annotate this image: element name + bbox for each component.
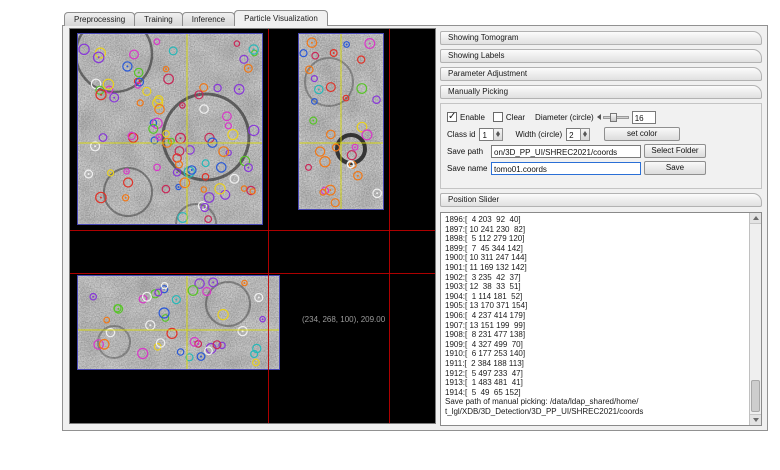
scroll-down-arrow-icon[interactable] <box>750 414 761 425</box>
section-showing-tomogram[interactable]: Showing Tomogram <box>440 31 762 45</box>
picking-row-2: Class id 1 Width (circle) 2 set color <box>447 126 755 142</box>
tab-preprocessing[interactable]: Preprocessing <box>64 12 135 26</box>
picking-row-3: Save path on/3D_PP_UI/SHREC2021/coords S… <box>447 143 755 159</box>
log-line: 1909:[ 4 327 499 70] <box>445 340 746 350</box>
enable-checkbox[interactable] <box>447 112 457 122</box>
tab-inference[interactable]: Inference <box>182 12 235 26</box>
section-parameter-adjustment[interactable]: Parameter Adjustment <box>440 67 762 81</box>
tomogram-viewport[interactable]: (234, 268, 100), 209.00 <box>69 28 436 424</box>
view-xy[interactable] <box>77 33 263 225</box>
diameter-slider[interactable] <box>597 114 629 120</box>
view-yz[interactable] <box>298 33 384 210</box>
save-path-label: Save path <box>447 147 489 156</box>
log-line: 1912:[ 5 497 233 47] <box>445 369 746 379</box>
log-line: Save path of manual picking: /data/ldap_… <box>445 397 746 407</box>
picking-row-1: Enable Clear Diameter (circle) 16 <box>447 109 755 125</box>
tab-training[interactable]: Training <box>134 12 183 26</box>
tab-bar: PreprocessingTrainingInferenceParticle V… <box>64 10 327 26</box>
width-circle-value[interactable]: 2 <box>566 128 580 141</box>
log-line: t_lgl/XDB/3D_Detection/3D_PP_UI/SHREC202… <box>445 407 746 417</box>
manually-picking-panel: Enable Clear Diameter (circle) 16 Class … <box>440 103 762 189</box>
class-id-label: Class id <box>447 130 475 139</box>
coordinate-log-lines: 1896:[ 4 203 92 40]1897:[ 10 241 230 82]… <box>445 215 746 416</box>
cursor-position-readout: (234, 268, 100), 209.00 <box>302 315 385 324</box>
log-line: 1903:[ 12 38 33 51] <box>445 282 746 292</box>
section-showing-labels[interactable]: Showing Labels <box>440 49 762 63</box>
log-line: 1896:[ 4 203 92 40] <box>445 215 746 225</box>
diameter-label: Diameter (circle) <box>535 113 594 122</box>
log-line: 1899:[ 7 45 344 142] <box>445 244 746 254</box>
log-line: 1905:[ 13 170 371 154] <box>445 301 746 311</box>
log-line: 1908:[ 8 231 477 138] <box>445 330 746 340</box>
log-line: 1907:[ 13 151 199 99] <box>445 321 746 331</box>
clear-label: Clear <box>506 113 525 122</box>
coordinate-log[interactable]: 1896:[ 4 203 92 40]1897:[ 10 241 230 82]… <box>440 212 762 426</box>
class-id-spinbox[interactable]: 1 <box>479 128 503 141</box>
scroll-up-arrow-icon[interactable] <box>750 213 761 224</box>
slice-boundary-vertical-2 <box>389 29 390 423</box>
width-circle-spinbox[interactable]: 2 <box>566 128 590 141</box>
log-line: 1906:[ 4 237 414 179] <box>445 311 746 321</box>
log-line: 1911:[ 2 384 188 113] <box>445 359 746 369</box>
picking-row-4: Save name tomo01.coords Save <box>447 160 755 176</box>
slice-boundary-vertical-1 <box>268 29 269 423</box>
log-line: 1900:[ 10 311 247 144] <box>445 253 746 263</box>
control-panel: Showing Tomogram Showing Labels Paramete… <box>440 31 762 426</box>
log-scrollbar[interactable] <box>749 213 761 425</box>
log-line: 1901:[ 11 169 132 142] <box>445 263 746 273</box>
width-circle-label: Width (circle) <box>515 130 562 139</box>
tab-pane: (234, 268, 100), 209.00 Showing Tomogram… <box>62 25 768 431</box>
log-line: 1913:[ 1 483 481 41] <box>445 378 746 388</box>
save-name-input[interactable]: tomo01.coords <box>491 162 641 175</box>
diameter-slider-handle[interactable] <box>610 113 617 122</box>
log-line: 1914:[ 5 49 65 152] <box>445 388 746 398</box>
width-circle-spin-arrows-icon[interactable] <box>580 128 590 141</box>
class-id-value[interactable]: 1 <box>479 128 493 141</box>
log-line: 1910:[ 6 177 253 140] <box>445 349 746 359</box>
section-position-slider[interactable]: Position Slider <box>440 193 762 207</box>
log-line: 1898:[ 5 112 279 120] <box>445 234 746 244</box>
slice-boundary-horizontal-1 <box>70 230 435 231</box>
slider-left-arrow-icon[interactable] <box>597 114 601 120</box>
section-manually-picking[interactable]: Manually Picking <box>440 85 762 99</box>
diameter-value[interactable]: 16 <box>632 111 656 124</box>
log-line: 1904:[ 1 114 181 52] <box>445 292 746 302</box>
tab-particle-visualization[interactable]: Particle Visualization <box>234 10 328 26</box>
enable-label: Enable <box>460 113 485 122</box>
save-button[interactable]: Save <box>644 161 706 175</box>
slice-boundary-horizontal-2 <box>70 273 435 274</box>
select-folder-button[interactable]: Select Folder <box>644 144 706 158</box>
log-line: 1897:[ 10 241 230 82] <box>445 225 746 235</box>
scrollbar-thumb[interactable] <box>751 380 760 412</box>
diameter-slider-track[interactable] <box>603 116 629 119</box>
class-id-spin-arrows-icon[interactable] <box>493 128 503 141</box>
view-xz[interactable] <box>77 275 280 370</box>
log-line: 1902:[ 3 235 42 37] <box>445 273 746 283</box>
clear-checkbox[interactable] <box>493 112 503 122</box>
app-window: PreprocessingTrainingInferenceParticle V… <box>62 10 768 431</box>
set-color-button[interactable]: set color <box>604 127 680 141</box>
save-name-label: Save name <box>447 164 489 173</box>
save-path-input[interactable]: on/3D_PP_UI/SHREC2021/coords <box>491 145 641 158</box>
